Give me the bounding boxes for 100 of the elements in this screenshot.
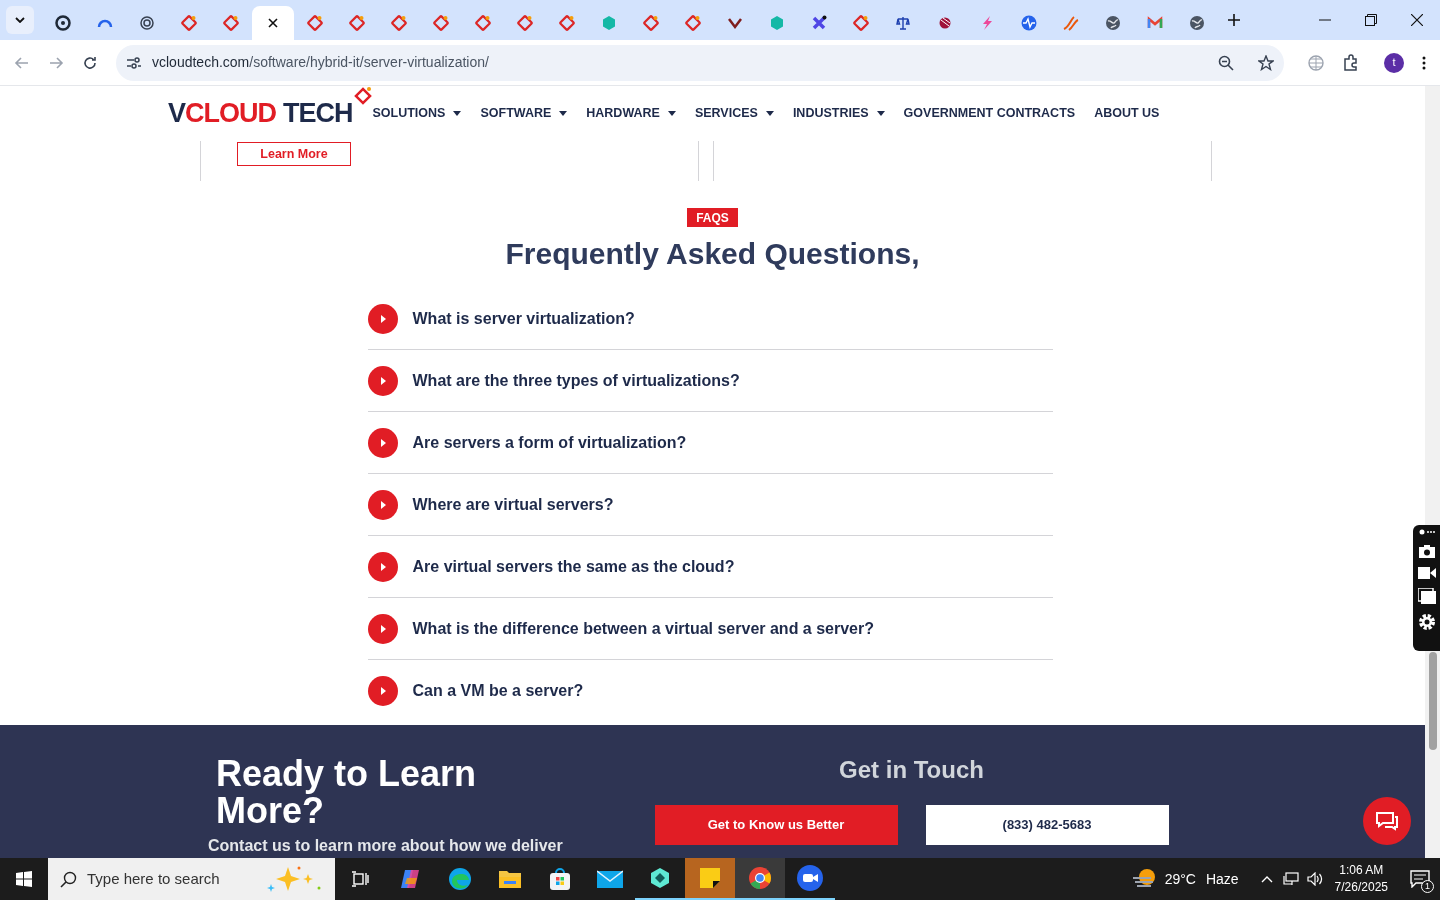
play-icon [367, 489, 398, 520]
time-text: 1:06 AM [1339, 862, 1384, 879]
side-toolbar[interactable] [1413, 525, 1440, 651]
search-placeholder: Type here to search [87, 868, 220, 889]
hexagon-app-icon[interactable] [649, 867, 671, 889]
taskbar-search-field[interactable]: Type here to search [48, 858, 335, 900]
notification-count: 1 [1421, 880, 1434, 893]
windows-start-icon[interactable] [16, 871, 32, 887]
chat-button[interactable] [1363, 797, 1411, 845]
tag-logo-icon [433, 15, 449, 31]
faq-question: What is the difference between a virtual server and a server? [412, 618, 874, 639]
site-logo[interactable]: VCLOUD TECH [168, 99, 353, 127]
caret-icon [765, 110, 774, 116]
learn-more-button[interactable]: Learn More [237, 142, 351, 167]
mail-icon[interactable] [597, 869, 623, 889]
tag-logo-icon [475, 15, 491, 31]
faq-item[interactable]: Are virtual servers the same as the cloud? [367, 536, 1053, 598]
temperature-text: 29°C [1164, 869, 1196, 889]
tag-logo-icon [559, 15, 575, 31]
faq-badge: FAQS [687, 208, 738, 227]
faq-item[interactable]: Where are virtual servers? [367, 474, 1053, 536]
tag-logo-icon [181, 15, 197, 31]
tag-logo-icon [349, 15, 365, 31]
tag-logo-icon [223, 15, 239, 31]
circle-logo-icon [55, 15, 71, 31]
network-icon[interactable] [1282, 872, 1299, 886]
footer-heading: Ready to Learn More? [216, 755, 478, 829]
play-icon [367, 303, 398, 334]
faq-item[interactable]: What is the difference between a virtual server and a server? [367, 598, 1053, 660]
weather-icon[interactable] [1130, 868, 1157, 890]
window-icon [1417, 588, 1436, 604]
nav-link[interactable]: SOFTWARE [480, 104, 568, 123]
tag-logo-icon [391, 15, 407, 31]
search-icon [60, 870, 77, 888]
extensions-icon[interactable] [1342, 53, 1360, 72]
address-bar[interactable]: vcloudtech.com/software/hybrid-it/server-virtualization/ [116, 44, 1284, 81]
volume-icon[interactable] [1306, 872, 1323, 886]
play-icon [367, 551, 398, 582]
zoom-app-icon[interactable] [797, 865, 823, 891]
cross-logo-icon [811, 15, 827, 31]
nav-link[interactable]: ABOUT US [1094, 104, 1160, 123]
faq-item[interactable]: Are servers a form of virtualization? [367, 412, 1053, 474]
caret-icon [876, 110, 885, 116]
footer-text: Contact us to learn more about how we deliver [208, 836, 564, 856]
new-tab-icon[interactable] [1228, 14, 1240, 26]
menu-icon[interactable] [1422, 55, 1426, 70]
close-icon[interactable] [1411, 14, 1423, 26]
caret-icon [453, 110, 462, 116]
play-icon [367, 613, 398, 644]
nav-link[interactable]: HARDWARE [586, 104, 676, 123]
chat-icon [1375, 811, 1399, 831]
ball-icon [937, 15, 953, 31]
caret-icon [559, 110, 568, 116]
scale-icon [895, 15, 911, 31]
copilot-icon[interactable] [399, 868, 421, 890]
notifications-icon [1410, 870, 1430, 888]
nav-link[interactable]: INDUSTRIES [792, 104, 885, 123]
contact-heading: Get in Touch [839, 755, 984, 785]
faq-item[interactable]: What is server virtualization? [367, 288, 1053, 350]
nav-link[interactable]: SERVICES [694, 104, 774, 123]
scrollbar-thumb[interactable] [1428, 652, 1437, 750]
caret-icon [667, 110, 676, 116]
reload-icon[interactable] [82, 54, 98, 71]
folder-icon[interactable] [498, 869, 522, 889]
play-icon [367, 676, 398, 706]
edge-browser-icon[interactable] [448, 867, 472, 891]
hexagon-icon [601, 15, 617, 31]
restore-icon[interactable] [1365, 14, 1377, 26]
task-view-icon[interactable] [351, 871, 369, 887]
site-settings-icon[interactable] [126, 55, 142, 70]
phone-button[interactable]: (833) 482-5683 [925, 805, 1169, 845]
chrome-icon[interactable] [748, 866, 772, 890]
faq-item[interactable]: Can a VM be a server? [367, 660, 1053, 722]
nav-link[interactable]: SOLUTIONS [372, 104, 462, 123]
tag-logo-icon [517, 15, 533, 31]
chevron-up-icon[interactable] [1260, 875, 1273, 883]
faq-heading: Frequently Asked Questions, [505, 237, 920, 271]
faq-question: What are the three types of virtualizations? [412, 370, 740, 391]
tab-search-button[interactable] [6, 6, 34, 34]
knot-logo-icon [139, 15, 155, 31]
chevron-down-icon [15, 17, 25, 23]
mail-logo-icon [1147, 15, 1163, 31]
faq-question: What is server virtualization? [412, 308, 635, 329]
profile-avatar[interactable]: t [1384, 52, 1404, 73]
close-icon[interactable] [267, 17, 279, 29]
zoom-icon[interactable] [1218, 54, 1234, 71]
video-camera-icon [1417, 567, 1436, 579]
clock[interactable]: 1:06 AM 7/26/2025 [1334, 862, 1388, 896]
weather-text: Haze [1205, 869, 1239, 889]
star-icon[interactable] [1258, 54, 1274, 71]
nav-link[interactable]: GOVERNMENT CONTRACTS [903, 104, 1076, 123]
tag-logo-icon [685, 15, 701, 31]
play-icon [367, 365, 398, 396]
sticky-notes-icon[interactable] [699, 867, 721, 889]
notifications-button[interactable]: 1 [1406, 865, 1434, 893]
store-bag-icon[interactable] [548, 867, 572, 891]
get-to-know-button[interactable]: Get to Know us Better [654, 805, 898, 845]
date-text: 7/26/2025 [1334, 879, 1388, 896]
diamond-logo-icon [352, 86, 373, 106]
faq-item[interactable]: What are the three types of virtualizations? [367, 350, 1053, 412]
